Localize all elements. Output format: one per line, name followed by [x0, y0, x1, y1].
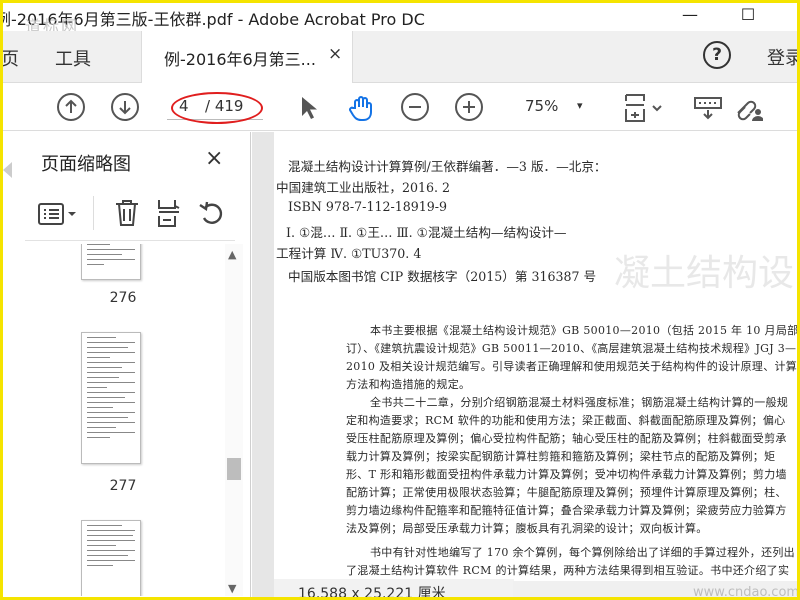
thumbnail-page-277[interactable]	[81, 332, 141, 464]
zoom-out-button[interactable]	[401, 93, 429, 121]
scroll-up-chevron-icon[interactable]: ▲	[228, 248, 236, 261]
body-line: 形、T 形和箱形截面受扭构件承载力计算及算例；受冲切构件承载力计算及算例；剪力墙	[346, 468, 787, 481]
body-line: 配筋计算；正常使用极限状态验算；牛腿配筋原理及算例；预埋件计算原理及算例；柱、	[346, 486, 787, 499]
cip-line: 工程计算 Ⅳ. ①TU370. 4	[276, 246, 422, 261]
body-line: 剪力墙边缘构件配箍率和配箍特征值计算；叠合梁承载力计算及算例；梁疲劳应力验算方	[346, 504, 787, 517]
login-button[interactable]: 登录	[767, 44, 797, 70]
fit-page-icon	[625, 94, 662, 122]
options-list-icon	[38, 203, 76, 225]
page-size-status: 16.588 x 25.221 厘米	[274, 579, 514, 600]
minimize-button[interactable]: —	[667, 3, 713, 31]
thumbnail-page-276[interactable]	[81, 244, 141, 280]
page-thumbnails-panel: 页面缩略图 × 276 277 ▲ ▼	[3, 132, 251, 597]
link-user-icon	[737, 100, 763, 121]
cip-line: 中国建筑工业出版社，2016. 2	[276, 180, 451, 195]
panel-title: 页面缩略图	[41, 154, 131, 175]
body-line: 全书共二十二章，分别介绍钢筋混凝土材料强度标准；钢筋混凝土结构计算的一般规	[370, 396, 789, 409]
help-icon[interactable]: ?	[703, 41, 731, 69]
next-page-button[interactable]	[111, 93, 139, 121]
scrollbar-thumb[interactable]	[227, 458, 241, 480]
panel-pointer-icon	[3, 162, 12, 178]
body-line: 了混凝土结构计算软件 RCM 的计算结果，两种方法结果得到相互验证。书中还介绍了…	[346, 564, 790, 577]
document-tab-close-button[interactable]: ×	[328, 44, 342, 64]
previous-page-button[interactable]	[57, 93, 85, 121]
body-line: 本书主要根据《混凝土结构设计规范》GB 50010—2010（包括 2015 年…	[370, 324, 797, 337]
body-line: 方法和构造措施的规定。	[346, 378, 471, 391]
fit-page-button[interactable]	[623, 93, 662, 122]
body-line: 载力计算及算例；按梁实配钢筋计算柱剪箍和箍筋及算例；梁柱节点的配筋及算例；矩	[346, 450, 776, 463]
cip-line: ISBN 978-7-112-18919-9	[288, 199, 448, 214]
keyboard-icon	[694, 97, 722, 120]
cip-line: 中国版本图书馆 CIP 数据核字（2015）第 316387 号	[288, 269, 597, 284]
body-line: 法及算例；局部受压承载力计算；腹板具有孔洞梁的设计；双向板计算。	[346, 522, 708, 535]
panel-close-button[interactable]: ×	[205, 146, 223, 171]
panel-divider	[25, 240, 235, 241]
arrow-down-icon	[119, 101, 131, 115]
watermark-bottom: www.cndao.com	[693, 585, 800, 600]
document-tab-label: 例-2016年6月第三...	[164, 50, 316, 69]
thumbnail-options-button[interactable]	[37, 200, 81, 228]
hand-icon	[349, 96, 372, 121]
hand-tool-button[interactable]	[347, 93, 375, 121]
thumbnail-page-number: 276	[109, 290, 137, 306]
document-page: 凝土结构设 混凝土结构设计计算算例/王依群编著．—3 版．—北京： 中国建筑工业…	[274, 132, 797, 597]
body-line: 定和构造要求；RCM 软件的功能和使用方法；梁正截面、斜截面配筋原理及算例；偏心	[346, 414, 786, 427]
thumbnail-list: 276 277	[23, 244, 223, 596]
page-size-label: 16.588 x 25.221 厘米	[298, 586, 446, 600]
document-tab[interactable]: 例-2016年6月第三... ×	[141, 31, 353, 83]
body-line: 订）、《建筑抗震设计规范》GB 50011—2010、《高层建筑混凝土结构技术规…	[346, 342, 797, 355]
body-line: 2010 及相关设计规范编写。引导读者正确理解和使用规范关于结构构件的设计原理、…	[346, 360, 797, 373]
thumbnail-scrollbar[interactable]: ▲ ▼	[225, 244, 243, 596]
arrow-up-icon	[65, 99, 77, 113]
zoom-dropdown-arrow[interactable]: ▾	[577, 99, 583, 112]
keyboard-tool-button[interactable]	[693, 93, 722, 121]
body-line: 书中有针对性地编写了 170 余个算例，每个算例除给出了详细的手算过程外，还列出	[370, 546, 795, 559]
zoom-in-icon	[463, 101, 475, 113]
tools-menu[interactable]: 工具	[55, 45, 91, 71]
title-bar: 例-2016年6月第三版-王依群.pdf - Adobe Acrobat Pro…	[3, 3, 797, 31]
cursor-arrow-icon	[302, 97, 317, 119]
page-break-icon	[158, 200, 180, 227]
thumbnail-page-number: 277	[109, 478, 137, 494]
panel-toolbar	[37, 196, 237, 232]
body-line: 受压柱配筋原理及算例；偏心受拉构件配筋；轴心受压柱的配筋及算例；柱斜截面受剪承	[346, 432, 787, 445]
tab-bar: 页 工具 例-2016年6月第三... × ? 登录	[3, 31, 797, 83]
cip-line: 混凝土结构设计计算算例/王依群编著．—3 版．—北京：	[288, 159, 607, 174]
extract-page-button[interactable]	[155, 198, 183, 228]
cip-line: Ⅰ. ①混… Ⅱ. ①王… Ⅲ. ①混凝土结构—结构设计—	[286, 225, 567, 240]
thumbnail-page-278[interactable]	[81, 520, 141, 596]
rotate-icon	[199, 201, 223, 224]
maximize-button[interactable]: ☐	[725, 3, 771, 31]
document-view[interactable]: 凝土结构设 混凝土结构设计计算算例/王依群编著．—3 版．—北京： 中国建筑工业…	[252, 132, 797, 597]
zoom-out-icon	[409, 106, 421, 108]
main-toolbar: 4 / 419 75% ▾	[3, 83, 797, 131]
trash-icon	[116, 200, 138, 226]
ghost-cover-text: 凝土结构设	[614, 253, 795, 294]
page-number-highlight-ellipse	[171, 92, 263, 124]
scroll-down-chevron-icon[interactable]: ▼	[228, 582, 236, 595]
delete-page-button[interactable]	[113, 198, 141, 228]
share-link-button[interactable]	[733, 93, 763, 121]
panel-toolbar-divider	[93, 196, 94, 230]
zoom-level-field[interactable]: 75%	[525, 97, 558, 115]
rotate-page-button[interactable]	[197, 198, 227, 228]
app-window: 例-2016年6月第三版-王依群.pdf - Adobe Acrobat Pro…	[0, 0, 800, 600]
select-tool-button[interactable]	[293, 93, 321, 121]
zoom-in-button[interactable]	[455, 93, 483, 121]
home-menu[interactable]: 页	[3, 45, 19, 71]
